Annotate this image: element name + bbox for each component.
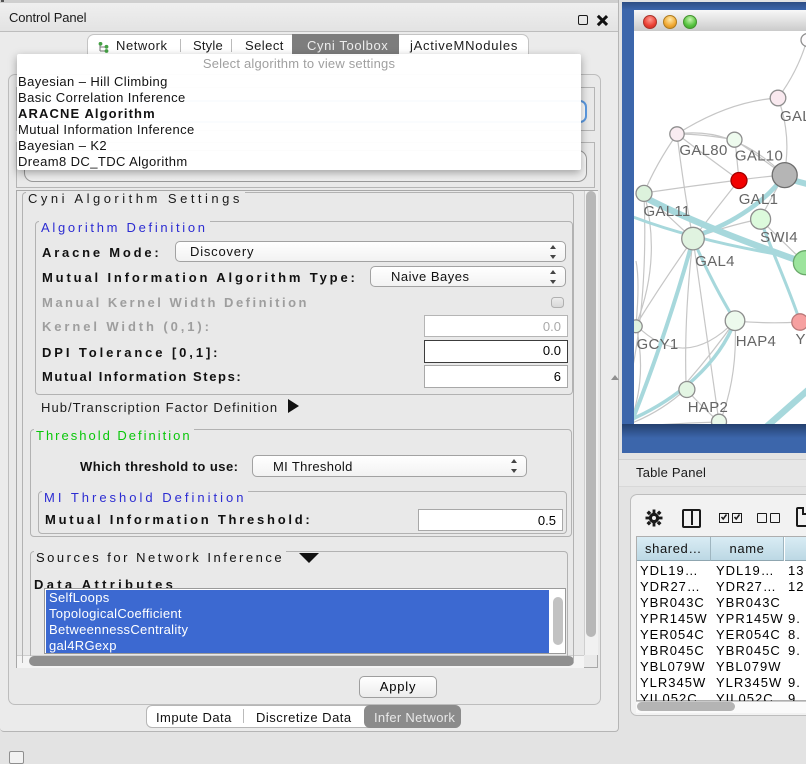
svg-text:GAL10: GAL10 — [735, 148, 783, 165]
svg-text:Y: Y — [795, 331, 805, 348]
svg-text:HAP2: HAP2 — [688, 399, 728, 416]
svg-text:HAP4: HAP4 — [736, 333, 776, 350]
svg-text:GAL4: GAL4 — [695, 253, 735, 270]
svg-text:GAL80: GAL80 — [679, 142, 727, 159]
svg-text:GAL1: GAL1 — [739, 191, 779, 208]
svg-text:GAL7: GAL7 — [780, 108, 806, 125]
svg-text:GCY1: GCY1 — [637, 336, 679, 353]
svg-text:GAL11: GAL11 — [643, 203, 690, 220]
svg-text:SWI4: SWI4 — [760, 229, 798, 246]
